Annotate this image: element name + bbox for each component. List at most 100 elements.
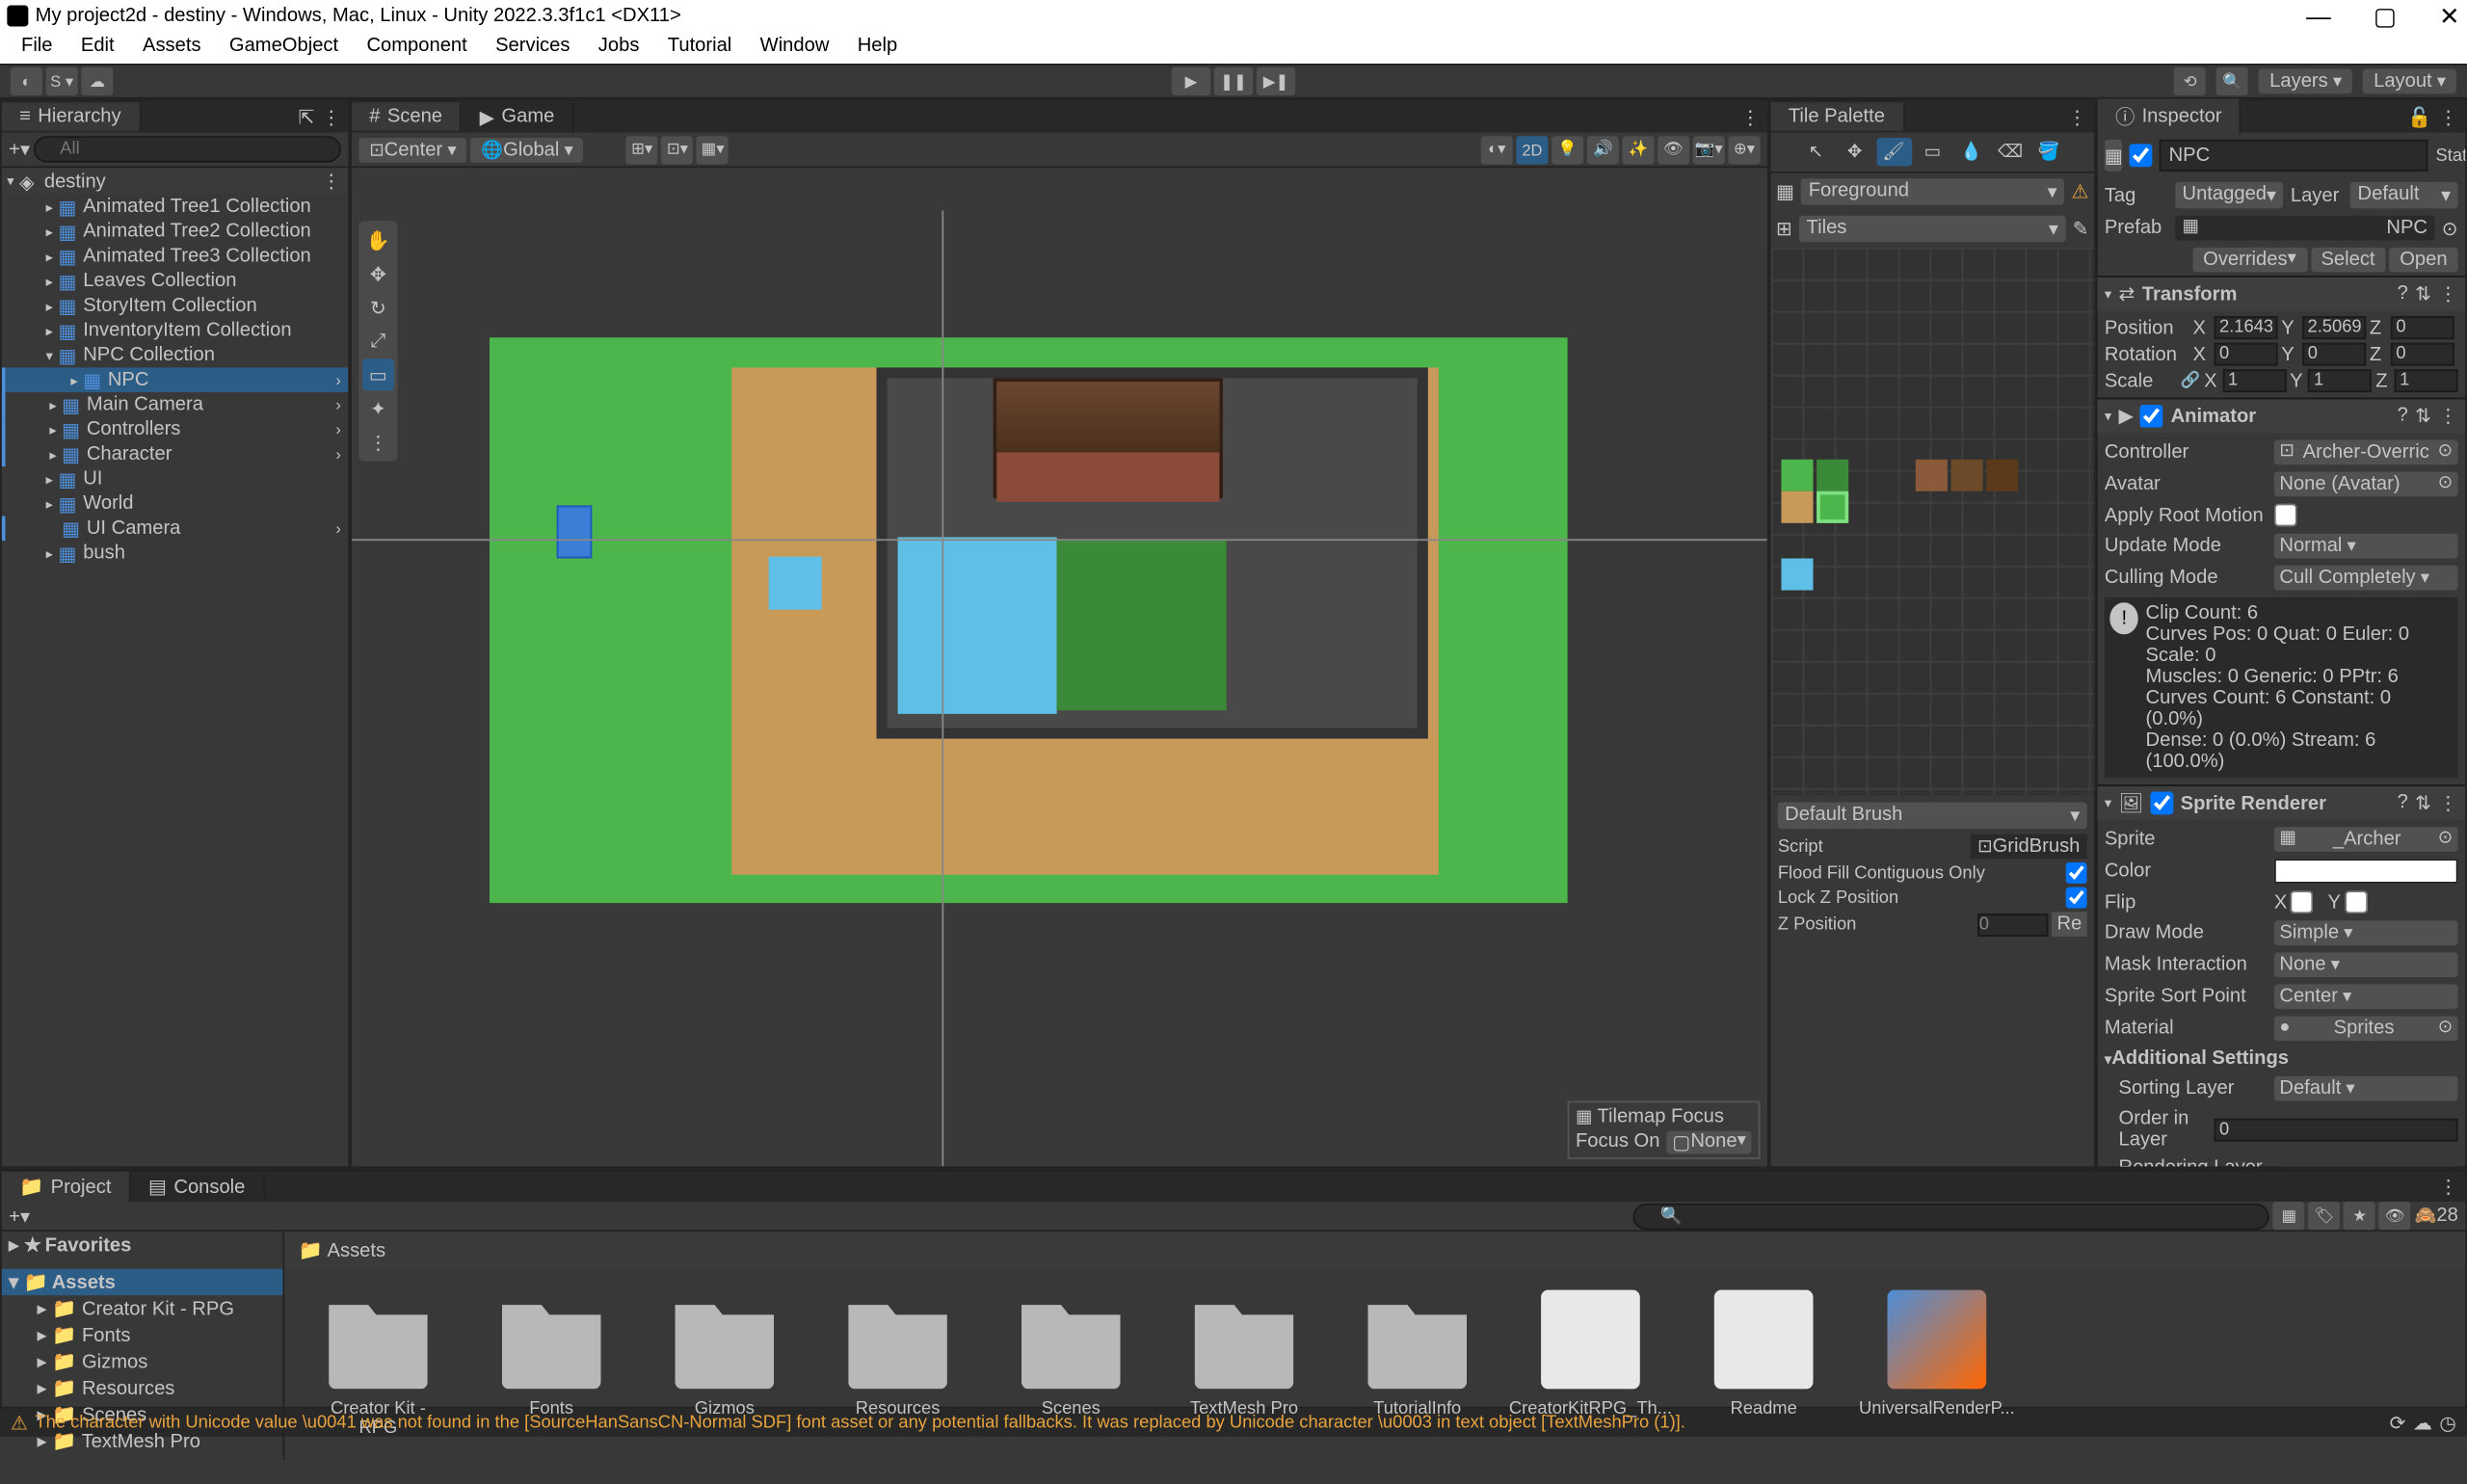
palette-menu-icon[interactable]: ⋮ bbox=[2068, 105, 2087, 128]
animator-header[interactable]: ▾▶Animator?⇅⋮ bbox=[2098, 399, 2465, 433]
project-folder-fonts[interactable]: ▸ 📁 Fonts bbox=[2, 1322, 283, 1349]
menu-gameobject[interactable]: GameObject bbox=[215, 32, 353, 64]
maximize-button[interactable]: ▢ bbox=[2374, 1, 2397, 31]
minimize-button[interactable]: — bbox=[2306, 1, 2331, 31]
hidden-packages-icon[interactable]: 👁 bbox=[2379, 1202, 2411, 1230]
tile-selected[interactable] bbox=[1817, 491, 1848, 523]
additional-settings-header[interactable]: Additional Settings bbox=[2111, 1047, 2289, 1069]
cache-server-icon[interactable]: ☁ bbox=[2413, 1411, 2432, 1434]
help-icon[interactable]: ? bbox=[2398, 282, 2408, 305]
rot-y[interactable] bbox=[2302, 343, 2366, 366]
z-reset-button[interactable]: Re bbox=[2052, 912, 2087, 937]
scl-y[interactable] bbox=[2309, 369, 2373, 392]
preset-icon[interactable]: ⇅ bbox=[2415, 282, 2431, 305]
animator-enabled[interactable] bbox=[2141, 405, 2164, 428]
project-folder-creator-kit---rpg[interactable]: ▸ 📁 Creator Kit - RPG bbox=[2, 1295, 283, 1322]
scl-z[interactable] bbox=[2395, 369, 2458, 392]
pos-z[interactable] bbox=[2391, 316, 2454, 339]
tab-console[interactable]: ▤ Console bbox=[131, 1172, 265, 1202]
pivot-dropdown[interactable]: ⊡Center ▾ bbox=[358, 137, 466, 162]
culling-dropdown[interactable]: Cull Completely ▾ bbox=[2274, 566, 2458, 591]
step-button[interactable]: ▶❚ bbox=[1257, 67, 1295, 95]
grid-icon[interactable]: ▦▾ bbox=[697, 135, 729, 163]
active-checkbox[interactable] bbox=[2130, 144, 2153, 169]
sorting-layer-dropdown[interactable]: Default ▾ bbox=[2274, 1076, 2458, 1101]
palette-grid[interactable] bbox=[1770, 248, 2094, 795]
project-create-button[interactable]: +▾ bbox=[9, 1205, 30, 1228]
rot-z[interactable] bbox=[2391, 343, 2454, 366]
hierarchy-popout-icon[interactable]: ⇱ bbox=[299, 105, 315, 128]
hierarchy-item-npc-collection[interactable]: ▾▦NPC Collection bbox=[2, 343, 348, 368]
gameobject-name-input[interactable] bbox=[2161, 140, 2429, 172]
hierarchy-item-inventoryitem-collection[interactable]: ▸▦InventoryItem Collection bbox=[2, 318, 348, 343]
scale-link-icon[interactable]: 🔗 bbox=[2181, 371, 2201, 390]
menu-tutorial[interactable]: Tutorial bbox=[653, 32, 746, 64]
hierarchy-item-leaves-collection[interactable]: ▸▦Leaves Collection bbox=[2, 269, 348, 294]
services-button[interactable]: S ▾ bbox=[46, 67, 78, 95]
tile-sand[interactable] bbox=[1781, 491, 1813, 523]
order-in-layer-input[interactable] bbox=[2215, 1118, 2458, 1141]
search-by-type-icon[interactable]: ▦ bbox=[2273, 1202, 2305, 1230]
2d-toggle[interactable]: 2D bbox=[1516, 135, 1548, 163]
scene-menu-icon[interactable]: ⋮ bbox=[322, 170, 341, 193]
tab-scene[interactable]: # Scene bbox=[352, 102, 462, 130]
debug-draw-icon[interactable]: ◐▾ bbox=[1481, 135, 1513, 163]
play-button[interactable]: ▶ bbox=[1172, 67, 1210, 95]
tab-hierarchy[interactable]: ≡ Hierarchy bbox=[2, 102, 141, 130]
lock-z-checkbox[interactable] bbox=[2066, 888, 2087, 909]
hierarchy-menu-icon[interactable]: ⋮ bbox=[322, 105, 341, 128]
project-search-input[interactable] bbox=[1633, 1203, 2269, 1230]
hierarchy-item-bush[interactable]: ▸▦bush bbox=[2, 541, 348, 566]
z-position-input[interactable] bbox=[1977, 913, 2048, 936]
overrides-dropdown[interactable]: Overrides▾ bbox=[2192, 248, 2307, 273]
pause-button[interactable]: ❚❚ bbox=[1214, 67, 1253, 95]
grid-snap-icon[interactable]: ⊞▾ bbox=[626, 135, 658, 163]
hierarchy-item-storyitem-collection[interactable]: ▸▦StoryItem Collection bbox=[2, 293, 348, 318]
hierarchy-item-ui-camera[interactable]: ▦UI Camera› bbox=[2, 516, 348, 541]
coord-dropdown[interactable]: 🌐Global ▾ bbox=[470, 137, 583, 162]
save-search-icon[interactable]: ★ bbox=[2344, 1202, 2375, 1230]
tile-water[interactable] bbox=[1781, 558, 1813, 590]
brush-tool[interactable]: 🖌 bbox=[1876, 138, 1912, 166]
undo-history-button[interactable]: ⟲ bbox=[2174, 67, 2206, 95]
color-field[interactable] bbox=[2274, 859, 2458, 884]
gizmos-icon[interactable]: ⊕▾ bbox=[1728, 135, 1760, 163]
select-tool[interactable]: ↖ bbox=[1798, 138, 1834, 166]
tile-wood2[interactable] bbox=[1951, 460, 1983, 491]
snap-increment-icon[interactable]: ⊡▾ bbox=[661, 135, 693, 163]
flood-fill-checkbox[interactable] bbox=[2066, 862, 2087, 884]
scene-viewport[interactable]: ✋ ✥ ↻ ⤢ ▭ ✦ ⋮ bbox=[352, 168, 1767, 1166]
hierarchy-item-controllers[interactable]: ▸▦Controllers› bbox=[2, 417, 348, 442]
open-prefab-button[interactable]: Open bbox=[2389, 248, 2457, 273]
mask-dropdown[interactable]: None ▾ bbox=[2274, 952, 2458, 977]
tileset-dropdown[interactable]: Tiles▾ bbox=[1799, 216, 2065, 243]
tab-tile-palette[interactable]: Tile Palette bbox=[1770, 102, 1904, 130]
sprite-field[interactable]: ▦_Archer bbox=[2274, 827, 2458, 852]
layout-dropdown[interactable]: Layout ▾ bbox=[2363, 69, 2456, 94]
create-button[interactable]: +▾ bbox=[9, 138, 30, 161]
warning-icon[interactable]: ⚠ bbox=[11, 1411, 28, 1434]
picker-tool[interactable]: 💧 bbox=[1953, 138, 1989, 166]
close-button[interactable]: ✕ bbox=[2439, 1, 2460, 31]
tab-inspector[interactable]: ⓘ Inspector bbox=[2098, 99, 2242, 135]
prefab-field[interactable]: ▦NPC bbox=[2175, 216, 2434, 241]
pos-y[interactable] bbox=[2302, 316, 2366, 339]
tilemap-focus-overlay[interactable]: ▦ Tilemap Focus Focus On▢None ▾ bbox=[1567, 1100, 1761, 1159]
menu-help[interactable]: Help bbox=[843, 32, 912, 64]
search-button[interactable]: 🔍 bbox=[2216, 67, 2248, 95]
project-menu-icon[interactable]: ⋮ bbox=[2439, 1175, 2458, 1198]
tag-dropdown[interactable]: Untagged▾ bbox=[2175, 182, 2283, 209]
transform-header[interactable]: ▾⇄Transform?⇅⋮ bbox=[2098, 278, 2465, 311]
project-folder-resources[interactable]: ▸ 📁 Resources bbox=[2, 1375, 283, 1402]
flip-y[interactable] bbox=[2345, 890, 2368, 914]
inspector-menu-icon[interactable]: ⋮ bbox=[2439, 105, 2458, 128]
account-button[interactable]: ◐ bbox=[11, 67, 42, 95]
move-tile-tool[interactable]: ✥ bbox=[1837, 138, 1872, 166]
tile-wood3[interactable] bbox=[1986, 460, 2018, 491]
audio-icon[interactable]: 🔊 bbox=[1587, 135, 1619, 163]
tab-game[interactable]: ▶ Game bbox=[462, 101, 573, 131]
pos-x[interactable] bbox=[2215, 316, 2278, 339]
flip-x[interactable] bbox=[2291, 890, 2314, 914]
brush-dropdown[interactable]: Default Brush▾ bbox=[1778, 803, 2087, 830]
tab-project[interactable]: 📁 Project bbox=[2, 1172, 131, 1202]
